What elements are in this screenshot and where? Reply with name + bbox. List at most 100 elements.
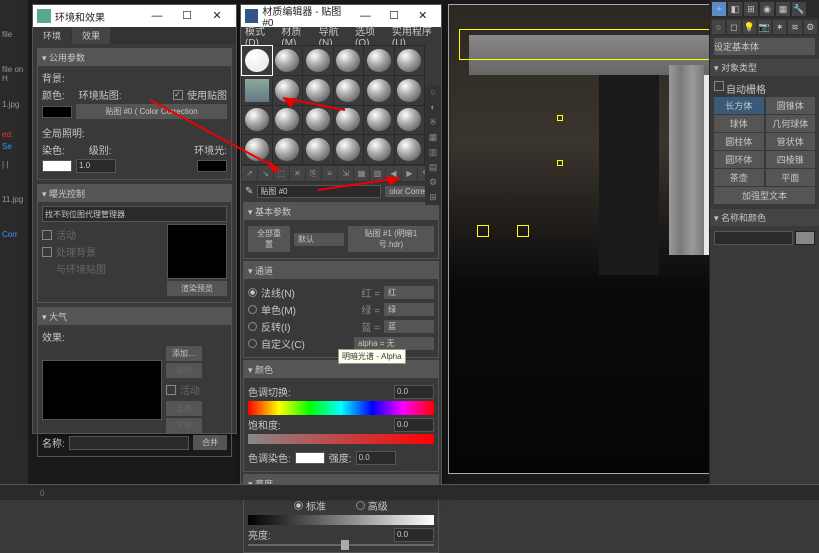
ch-normal[interactable]: [248, 288, 257, 297]
sub-space[interactable]: ≋: [788, 20, 801, 34]
expose-ctrl-dd[interactable]: 找不到位图代理管理器: [42, 206, 227, 222]
bright-val[interactable]: 0.0: [394, 528, 434, 542]
tool-reset[interactable]: ✕: [290, 166, 305, 181]
mat-slot[interactable]: [395, 135, 425, 164]
side-sample[interactable]: ○: [425, 85, 441, 100]
btn-sphere[interactable]: 球体: [714, 115, 764, 132]
picker-icon[interactable]: ✎: [245, 186, 253, 197]
mat-slot[interactable]: [395, 76, 425, 105]
autogrid-check[interactable]: [714, 81, 724, 91]
env-min[interactable]: —: [142, 5, 172, 27]
mat-slot[interactable]: [242, 135, 272, 164]
tool-gosibling[interactable]: ▶: [402, 166, 417, 181]
rollout-basic[interactable]: 基本参数: [244, 203, 438, 220]
render-preview-btn[interactable]: 渲染预览: [167, 281, 227, 296]
b-dd[interactable]: 蓝: [384, 320, 434, 333]
expose-procbg[interactable]: [42, 247, 52, 257]
sub-helper[interactable]: ✶: [773, 20, 786, 34]
sub-cam[interactable]: 📷: [758, 20, 771, 34]
side-3x2[interactable]: ⊞: [425, 190, 441, 205]
side-vid[interactable]: ▤: [425, 160, 441, 175]
basic-reset[interactable]: 全部重置: [248, 226, 290, 252]
rollout-objtype[interactable]: 对象类型: [710, 59, 819, 76]
mat-name-input[interactable]: [257, 185, 381, 198]
side-uv[interactable]: ▥: [425, 145, 441, 160]
btn-torus[interactable]: 圆环体: [714, 151, 764, 168]
sat-val[interactable]: 0.0: [394, 418, 434, 432]
btn-pyr[interactable]: 四棱锥: [766, 151, 816, 168]
side-opts[interactable]: ⚙: [425, 175, 441, 190]
mat-slot[interactable]: [334, 76, 364, 105]
env-max[interactable]: ☐: [172, 5, 202, 27]
tool-showend[interactable]: ▨: [370, 166, 385, 181]
mat-slot[interactable]: [303, 135, 333, 164]
light-std[interactable]: [294, 501, 303, 510]
tab-hier[interactable]: ⊞: [744, 2, 758, 16]
rollout-atmos[interactable]: 大气: [38, 308, 231, 325]
mat-slot[interactable]: [303, 46, 333, 75]
sub-geom[interactable]: ○: [712, 20, 725, 34]
sub-sys[interactable]: ⚙: [804, 20, 817, 34]
dock-item[interactable]: 1.jpg: [2, 100, 19, 109]
mat-slot[interactable]: [334, 135, 364, 164]
bright-track[interactable]: [248, 544, 434, 546]
mat-slot[interactable]: [303, 106, 333, 135]
huestr-swatch[interactable]: [295, 452, 325, 464]
mat-slot[interactable]: [273, 46, 303, 75]
mat-slot[interactable]: [334, 106, 364, 135]
tab-effects[interactable]: 效果: [72, 27, 110, 44]
ch-custom[interactable]: [248, 339, 257, 348]
expose-active[interactable]: [42, 230, 52, 240]
side-light[interactable]: ※: [425, 115, 441, 130]
tool-unique[interactable]: ≡: [322, 166, 337, 181]
mat-slot[interactable]: [273, 76, 303, 105]
btn-tube[interactable]: 管状体: [766, 133, 816, 150]
ambient-swatch[interactable]: [197, 160, 227, 172]
bg-color-swatch[interactable]: [42, 106, 72, 118]
ch-mono[interactable]: [248, 305, 257, 314]
dock-item[interactable]: file: [2, 30, 12, 39]
rollout-namecolor[interactable]: 名称和颜色: [710, 209, 819, 226]
fx-name-input[interactable]: [69, 436, 189, 450]
tool-assign[interactable]: ⬚: [274, 166, 289, 181]
tab-env[interactable]: 环境: [33, 27, 71, 44]
mat-slot[interactable]: [364, 46, 394, 75]
dock-item[interactable]: | |: [2, 160, 8, 169]
btn-plane[interactable]: 平面: [766, 169, 816, 186]
tab-util[interactable]: 🔧: [792, 2, 806, 16]
tab-display[interactable]: ▦: [776, 2, 790, 16]
tool-goparent[interactable]: ◀: [386, 166, 401, 181]
mat-slot[interactable]: [395, 46, 425, 75]
btn-cyl[interactable]: 圆柱体: [714, 133, 764, 150]
mat-slot[interactable]: [334, 46, 364, 75]
sub-light[interactable]: 💡: [743, 20, 756, 34]
env-close[interactable]: ✕: [202, 5, 232, 27]
mat-slot[interactable]: [273, 135, 303, 164]
bright-slider[interactable]: [248, 515, 434, 525]
fx-active[interactable]: [166, 385, 176, 395]
basic-mode-dd[interactable]: 默认: [294, 233, 344, 246]
light-adv[interactable]: [356, 501, 365, 510]
g-dd[interactable]: 绿: [384, 303, 434, 316]
mat-slot[interactable]: [303, 76, 333, 105]
hue-slider[interactable]: [248, 401, 434, 415]
tab-create[interactable]: +: [712, 2, 726, 16]
fx-up[interactable]: 上移: [166, 401, 202, 416]
rollout-channels[interactable]: 通道: [244, 262, 438, 279]
tint-swatch[interactable]: [42, 160, 72, 172]
dock-item[interactable]: file on H: [2, 65, 28, 83]
side-pattern[interactable]: ▦: [425, 130, 441, 145]
mat-slot[interactable]: [242, 106, 272, 135]
envmap-btn[interactable]: 贴图 #0 ( Color Correction: [76, 104, 227, 119]
obj-name-input[interactable]: [714, 231, 793, 245]
mat-slot[interactable]: [395, 106, 425, 135]
sub-shape[interactable]: ◻: [727, 20, 740, 34]
rollout-common[interactable]: 公用参数: [38, 49, 231, 66]
level-spin[interactable]: 1.0: [76, 159, 116, 173]
mat-slot-0[interactable]: [242, 46, 272, 75]
mat-slot[interactable]: [364, 106, 394, 135]
tool-get[interactable]: ↗: [242, 166, 257, 181]
tool-copy[interactable]: ⎘: [306, 166, 321, 181]
fx-list[interactable]: [42, 360, 162, 420]
dock-item[interactable]: Corr: [2, 230, 18, 239]
